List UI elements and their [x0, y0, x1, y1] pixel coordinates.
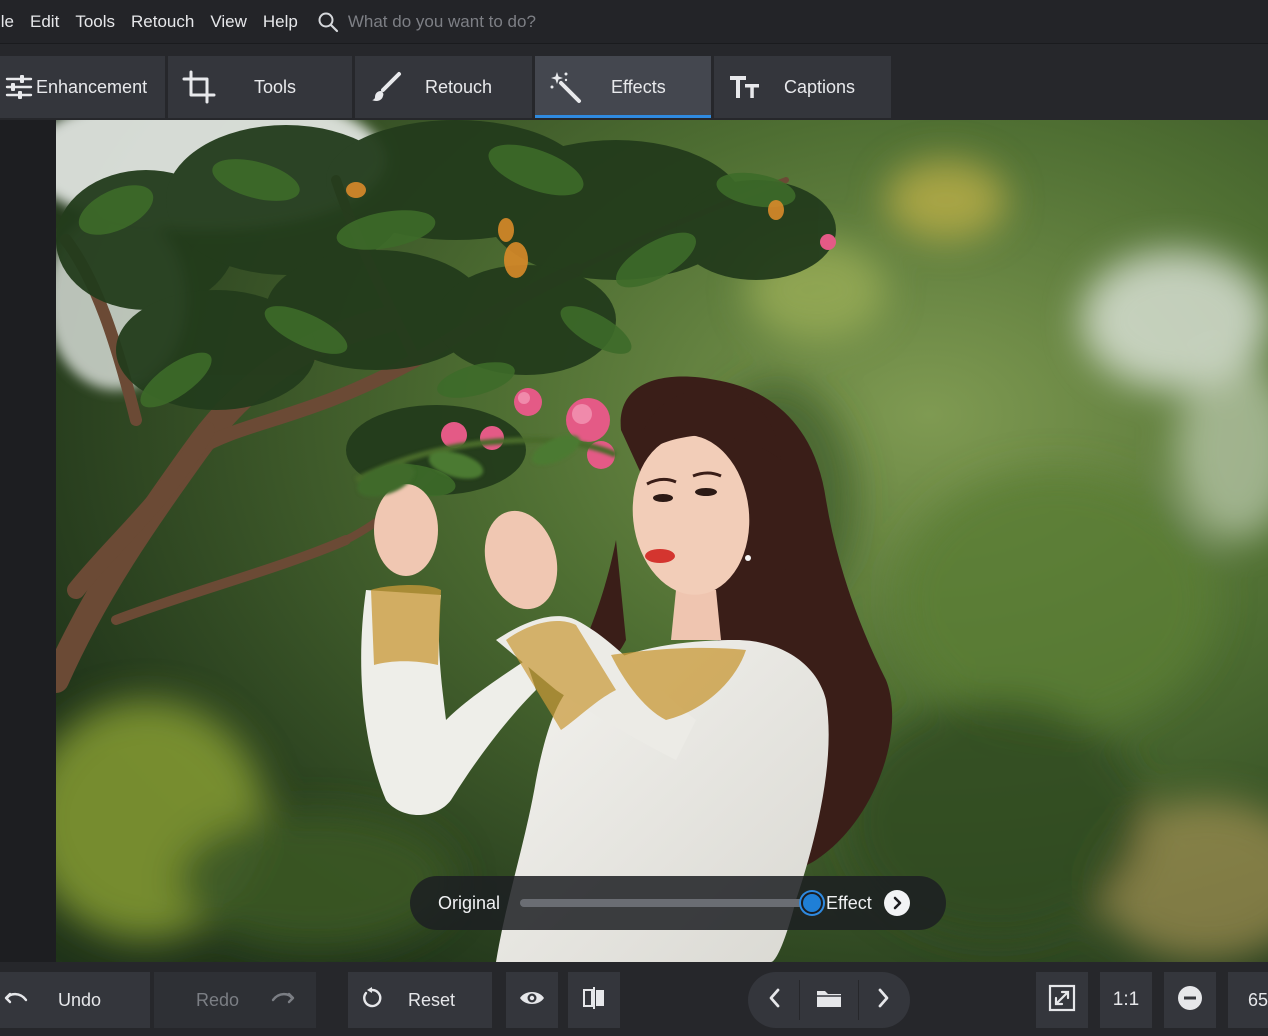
chevron-right-icon [878, 988, 889, 1007]
compare-slider-fill [520, 899, 813, 907]
undo-icon [4, 987, 30, 1014]
original-label: Original [438, 892, 501, 913]
undo-button[interactable]: Undo [0, 972, 150, 1028]
tab-effects[interactable]: Effects [535, 56, 711, 118]
redo-button[interactable]: Redo [154, 972, 316, 1028]
search-icon [318, 12, 338, 32]
fit-to-screen-button[interactable] [1036, 972, 1088, 1028]
photo-image [56, 120, 1268, 962]
left-panel-edge [0, 120, 56, 962]
bottom-toolbar: Undo Redo Reset 1:1 65 [0, 962, 1268, 1036]
next-image-button[interactable] [874, 987, 892, 1014]
menu-tools[interactable]: Tools [67, 0, 123, 44]
crop-icon [182, 70, 216, 104]
next-arrow-icon[interactable] [883, 890, 910, 916]
zoom-out-icon [1177, 985, 1203, 1016]
menu-help[interactable]: Help [255, 0, 306, 44]
brush-icon [369, 70, 403, 104]
reset-icon [360, 986, 384, 1015]
image-navigation [748, 972, 910, 1028]
search-input[interactable] [347, 11, 648, 32]
tab-bar: Enhancement Tools Retouch Effects Captio… [0, 44, 1268, 120]
reset-label: Reset [408, 989, 456, 1010]
menu-file[interactable]: ile [0, 0, 22, 44]
tab-label: Enhancement [36, 76, 148, 97]
compare-slider-track[interactable] [520, 892, 824, 914]
photo-canvas[interactable]: Original Effect [56, 120, 1268, 962]
menu-retouch[interactable]: Retouch [123, 0, 202, 44]
magic-wand-icon [549, 70, 583, 104]
open-folder-button[interactable] [815, 987, 843, 1014]
folder-icon [816, 990, 841, 1007]
search-box[interactable] [316, 10, 648, 34]
before-after-slider: Original Effect [410, 876, 946, 930]
chevron-left-icon [769, 988, 779, 1007]
reset-button[interactable]: Reset [348, 972, 492, 1028]
split-compare-icon [581, 985, 607, 1016]
zoom-level-field[interactable]: 65 [1228, 972, 1268, 1028]
compare-view-button[interactable] [568, 972, 620, 1028]
actual-size-button[interactable]: 1:1 [1100, 972, 1152, 1028]
tab-enhancement[interactable]: Enhancement [0, 56, 165, 118]
tab-label: Tools [254, 76, 297, 97]
undo-label: Undo [58, 989, 102, 1010]
compare-slider-handle[interactable] [801, 892, 824, 914]
menu-edit[interactable]: Edit [22, 0, 67, 44]
fit-screen-icon [1048, 984, 1076, 1017]
actual-size-label: 1:1 [1112, 989, 1140, 1010]
redo-icon [269, 987, 295, 1014]
effect-label: Effect [826, 892, 872, 913]
divider [858, 980, 860, 1020]
divider [798, 980, 800, 1020]
tab-label: Retouch [425, 76, 493, 97]
tab-label: Captions [784, 76, 856, 97]
zoom-level-value: 65 [1248, 989, 1268, 1010]
menu-bar: ile Edit Tools Retouch View Help [0, 0, 1268, 44]
eye-icon [518, 988, 546, 1013]
tab-captions[interactable]: Captions [714, 56, 891, 118]
sliders-icon [2, 70, 36, 104]
tab-tools[interactable]: Tools [168, 56, 352, 118]
menu-view[interactable]: View [202, 0, 255, 44]
previous-image-button[interactable] [766, 987, 784, 1014]
photo-editor-app: ile Edit Tools Retouch View Help Enhance… [0, 0, 1268, 1036]
tab-retouch[interactable]: Retouch [355, 56, 532, 118]
tab-label: Effects [611, 76, 666, 97]
text-size-icon [728, 70, 762, 104]
zoom-out-button[interactable] [1164, 972, 1216, 1028]
preview-button[interactable] [506, 972, 558, 1028]
redo-label: Redo [196, 989, 240, 1010]
